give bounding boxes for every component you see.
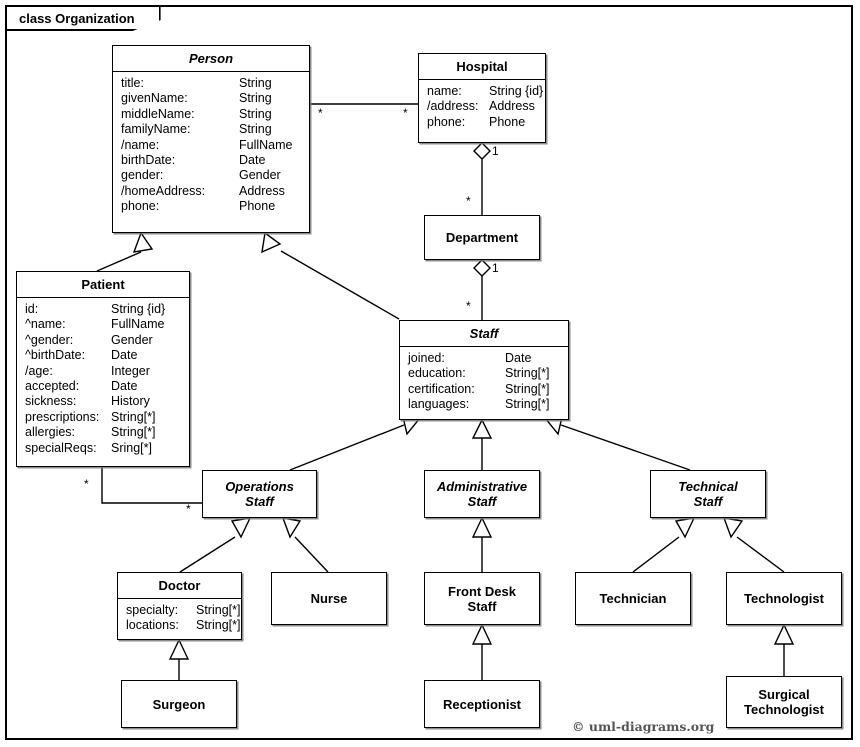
class-box-operations-staff[interactable]: Operations Staff [202, 470, 317, 518]
attribute-row: id: String {id} [25, 302, 166, 316]
class-name-nurse: Nurse [310, 591, 348, 606]
class-name-surgical-technologist: Surgical Technologist [744, 687, 824, 717]
attribute-row: givenName: String [121, 91, 272, 106]
multiplicity-department-staff-staff-end: * [466, 299, 471, 313]
class-box-staff[interactable]: Staff joined: Date education: String[*] ce… [399, 320, 569, 420]
attribute-row: languages: String[*] [408, 397, 550, 412]
class-box-patient[interactable]: Patient id: String {id} ^name: FullName ^g… [16, 271, 190, 467]
attribute-row: education: String[*] [408, 366, 550, 381]
attribute-row: ^name: FullName [25, 317, 165, 332]
class-box-department[interactable]: Department [424, 215, 540, 260]
class-name-person: Person [113, 46, 309, 72]
attribute-row: /homeAddress: Address [121, 183, 285, 198]
class-name-administrative-staff: Administrative Staff [436, 479, 528, 509]
class-attributes-patient: id: String {id} ^name: FullName ^gender: Ge… [17, 298, 189, 460]
class-attributes-doctor: specialty: String[*] locations: String[*] [118, 599, 241, 638]
class-box-nurse[interactable]: Nurse [271, 572, 387, 625]
attribute-row: ^gender: Gender [25, 332, 153, 347]
class-box-technician[interactable]: Technician [575, 572, 691, 625]
class-box-doctor[interactable]: Doctor specialty: String[*] locations: Str… [117, 572, 242, 640]
uml-class-diagram: class Organization Person title: String … [0, 0, 860, 747]
class-name-receptionist: Receptionist [442, 696, 521, 712]
attribute-row: prescriptions: String[*] [25, 409, 156, 424]
class-box-technologist[interactable]: Technologist [726, 572, 842, 625]
multiplicity-hospital-end: * [403, 106, 408, 120]
class-name-technical-staff: Technical Staff [678, 479, 738, 509]
class-name-operations-staff: Operations Staff [225, 479, 294, 509]
attribute-row: ^birthDate: Date [25, 348, 138, 363]
copyright-notice: © uml-diagrams.org [572, 719, 715, 734]
attribute-row: sickness: History [25, 394, 150, 409]
attribute-row: specialReqs: Sring[*] [25, 440, 152, 455]
class-box-surgical-technologist[interactable]: Surgical Technologist [726, 676, 842, 728]
attribute-row: middleName: String [121, 106, 272, 121]
attribute-row: name: String {id} [427, 84, 544, 98]
class-attributes-staff: joined: Date education: String[*] certific… [400, 347, 568, 417]
attribute-row: gender: Gender [121, 168, 281, 183]
attribute-row: phone: Phone [121, 199, 276, 214]
attribute-row: accepted: Date [25, 379, 138, 394]
multiplicity-department-staff-department-end: 1 [492, 261, 499, 275]
class-attributes-hospital: name: String {id} /address: Address phone:… [419, 80, 545, 134]
class-name-surgeon: Surgeon [152, 696, 206, 712]
class-name-department: Department [445, 230, 519, 245]
attribute-row: /address: Address [427, 99, 535, 114]
attribute-row: /age: Integer [25, 363, 150, 378]
diagram-frame-label: class Organization [5, 5, 161, 31]
attribute-row: joined: Date [408, 351, 532, 365]
class-name-technologist: Technologist [744, 591, 824, 606]
class-name-staff: Staff [400, 321, 568, 347]
attribute-row: specialty: String[*] [126, 603, 241, 617]
class-box-hospital[interactable]: Hospital name: String {id} /address: Addre… [418, 53, 546, 143]
attribute-row: allergies: String[*] [25, 425, 156, 440]
attribute-row: certification: String[*] [408, 381, 550, 396]
multiplicity-operations-staff-end: * [186, 502, 191, 516]
class-box-person[interactable]: Person title: String givenName: String mid… [112, 45, 310, 233]
attribute-row: locations: String[*] [126, 618, 241, 633]
class-box-technical-staff[interactable]: Technical Staff [650, 470, 766, 518]
class-name-doctor: Doctor [118, 573, 241, 599]
class-attributes-person: title: String givenName: String middleName… [113, 72, 309, 219]
attribute-row: familyName: String [121, 122, 272, 137]
attribute-row: title: String [121, 76, 272, 90]
multiplicity-hospital-department-hospital-end: 1 [492, 144, 499, 158]
class-name-patient: Patient [17, 272, 189, 298]
class-name-technician: Technician [599, 591, 667, 606]
class-name-hospital: Hospital [419, 54, 545, 80]
multiplicity-person-end: * [318, 106, 323, 120]
attribute-row: /name: FullName [121, 137, 293, 152]
class-box-receptionist[interactable]: Receptionist [424, 680, 540, 728]
attribute-row: birthDate: Date [121, 153, 266, 168]
class-name-front-desk-staff: Front Desk Staff [448, 583, 516, 614]
attribute-row: phone: Phone [427, 114, 526, 129]
multiplicity-hospital-department-department-end: * [466, 194, 471, 208]
class-box-administrative-staff[interactable]: Administrative Staff [424, 470, 540, 518]
class-box-front-desk-staff[interactable]: Front Desk Staff [424, 572, 540, 625]
multiplicity-patient-end: * [84, 477, 89, 491]
class-box-surgeon[interactable]: Surgeon [121, 680, 237, 728]
